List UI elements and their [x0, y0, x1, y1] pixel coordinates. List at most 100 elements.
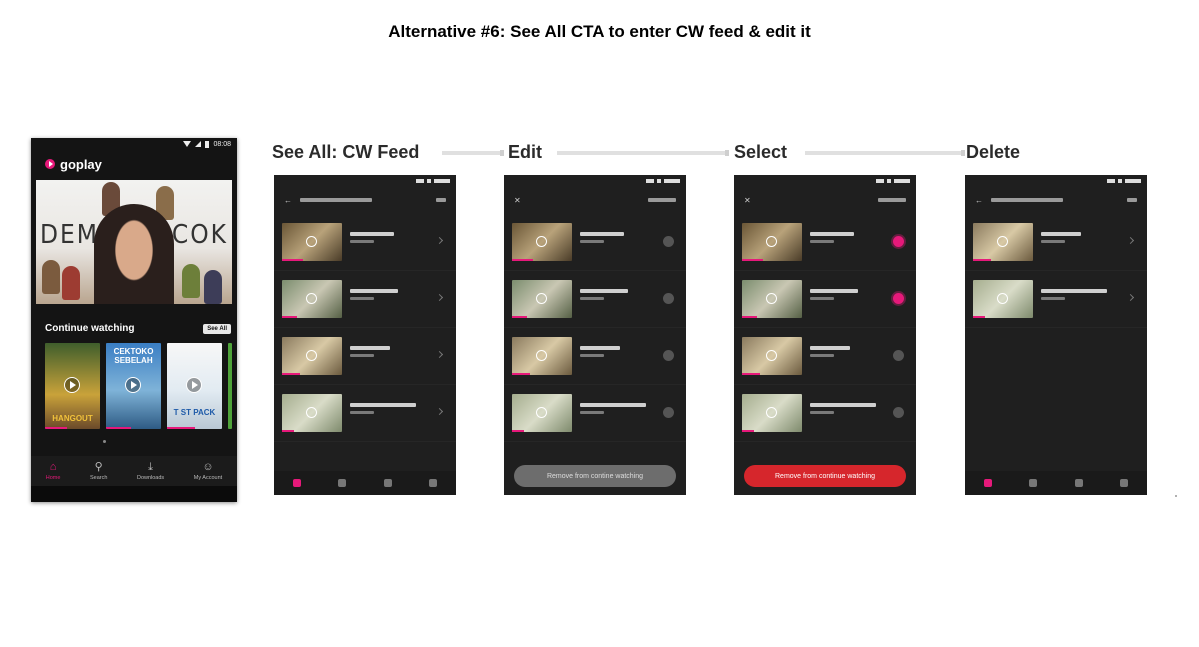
poster-card[interactable]: T ST PACK — [167, 343, 222, 429]
list-item[interactable] — [734, 271, 916, 328]
select-radio-checked[interactable] — [893, 293, 904, 304]
step-label-see-all: See All: CW Feed — [272, 142, 420, 162]
watch-progress — [167, 427, 195, 429]
list-item[interactable] — [965, 214, 1147, 271]
signal-icon — [195, 141, 202, 147]
remove-button[interactable]: Remove from continue watching — [744, 465, 906, 487]
poster-title: HANGOUT — [52, 414, 93, 423]
edit-action-placeholder[interactable] — [1127, 198, 1137, 202]
flow-connector — [442, 150, 504, 156]
list-item[interactable] — [504, 328, 686, 385]
watch-progress — [742, 259, 763, 261]
back-arrow-icon[interactable]: ← — [975, 196, 983, 205]
search-icon: ⚲ — [94, 460, 103, 473]
nav-item-search[interactable]: ⚲ Search — [89, 460, 108, 481]
poster-card[interactable]: CEKTOKO SEBELAH — [106, 343, 161, 429]
play-icon — [766, 236, 777, 247]
home-icon[interactable] — [983, 479, 992, 487]
select-radio[interactable] — [663, 350, 674, 361]
wifi-icon — [183, 141, 192, 147]
watch-progress — [512, 316, 527, 318]
close-icon[interactable]: ✕ — [744, 196, 751, 205]
hero-banner[interactable]: DEMI UCOK — [36, 180, 232, 304]
close-icon[interactable]: ✕ — [514, 196, 521, 205]
select-radio[interactable] — [663, 293, 674, 304]
bottom-nav — [274, 471, 456, 495]
play-icon[interactable] — [186, 377, 202, 393]
remove-button-disabled[interactable]: Remove from contine watching — [514, 465, 676, 487]
carousel-indicator — [103, 440, 106, 443]
thumbnail — [282, 280, 342, 318]
list-item[interactable] — [274, 271, 456, 328]
list-item[interactable] — [274, 214, 456, 271]
continue-watching-header: Continue watching See All — [45, 323, 231, 334]
system-nav-bar — [31, 486, 237, 502]
nav-label: Home — [45, 474, 61, 481]
see-all-button[interactable]: See All — [203, 323, 231, 334]
thumbnail — [742, 280, 802, 318]
list-item[interactable] — [734, 328, 916, 385]
thumbnail — [282, 223, 342, 261]
status-bar — [504, 175, 686, 186]
watch-progress — [512, 373, 530, 375]
play-icon[interactable] — [64, 377, 80, 393]
goplay-logo-icon — [45, 159, 55, 169]
search-icon[interactable] — [338, 479, 347, 487]
play-icon — [536, 236, 547, 247]
nav-item-downloads[interactable]: ⤓ Downloads — [137, 460, 164, 481]
poster-card-partial[interactable] — [228, 343, 232, 429]
screen-title-placeholder — [300, 198, 372, 202]
hero-figure — [42, 260, 60, 294]
play-icon — [306, 236, 317, 247]
download-icon: ⤓ — [148, 460, 154, 473]
chevron-right-icon — [1126, 236, 1135, 245]
nav-item-account[interactable]: ☺ My Account — [194, 461, 222, 481]
select-radio[interactable] — [893, 407, 904, 418]
step-label-select: Select — [734, 142, 788, 162]
thumbnail — [512, 337, 572, 375]
list-item[interactable] — [274, 385, 456, 442]
thumbnail — [512, 394, 572, 432]
cw-feed-screen: ← — [274, 175, 456, 495]
cw-list — [965, 214, 1147, 328]
download-icon[interactable] — [383, 479, 392, 487]
select-radio[interactable] — [663, 407, 674, 418]
nav-item-home[interactable]: ⌂ Home — [45, 461, 61, 481]
select-all-placeholder[interactable] — [648, 198, 676, 202]
chevron-right-icon — [435, 407, 444, 416]
nav-label: Search — [89, 474, 108, 481]
watch-progress — [45, 427, 67, 429]
list-item[interactable] — [734, 385, 916, 442]
list-item[interactable] — [504, 214, 686, 271]
poster-card[interactable]: HANGOUT — [45, 343, 100, 429]
account-icon[interactable] — [1120, 479, 1129, 487]
select-radio[interactable] — [893, 350, 904, 361]
home-phone-screen: 08:08 goplay DEMI UCOK Continue watching… — [31, 138, 237, 502]
home-icon[interactable] — [292, 479, 301, 487]
list-item[interactable] — [504, 385, 686, 442]
list-item[interactable] — [274, 328, 456, 385]
thumbnail — [512, 280, 572, 318]
play-icon — [997, 236, 1008, 247]
thumbnail — [973, 280, 1033, 318]
list-item[interactable] — [504, 271, 686, 328]
status-bar — [734, 175, 916, 186]
list-item[interactable] — [965, 271, 1147, 328]
list-item[interactable] — [734, 214, 916, 271]
section-title: Continue watching — [45, 323, 135, 334]
page-title: Alternative #6: See All CTA to enter CW … — [388, 22, 811, 41]
search-icon[interactable] — [1029, 479, 1038, 487]
account-icon[interactable] — [429, 479, 438, 487]
download-icon[interactable] — [1074, 479, 1083, 487]
select-radio-checked[interactable] — [893, 236, 904, 247]
continue-watching-carousel[interactable]: HANGOUT CEKTOKO SEBELAH T ST PACK — [45, 343, 237, 429]
play-icon — [536, 293, 547, 304]
back-arrow-icon[interactable]: ← — [284, 196, 292, 205]
play-icon[interactable] — [125, 377, 141, 393]
edit-action-placeholder[interactable] — [436, 198, 446, 202]
delete-result-screen: ← — [965, 175, 1147, 495]
watch-progress — [742, 430, 754, 432]
chevron-right-icon — [435, 293, 444, 302]
select-radio[interactable] — [663, 236, 674, 247]
select-all-placeholder[interactable] — [878, 198, 906, 202]
